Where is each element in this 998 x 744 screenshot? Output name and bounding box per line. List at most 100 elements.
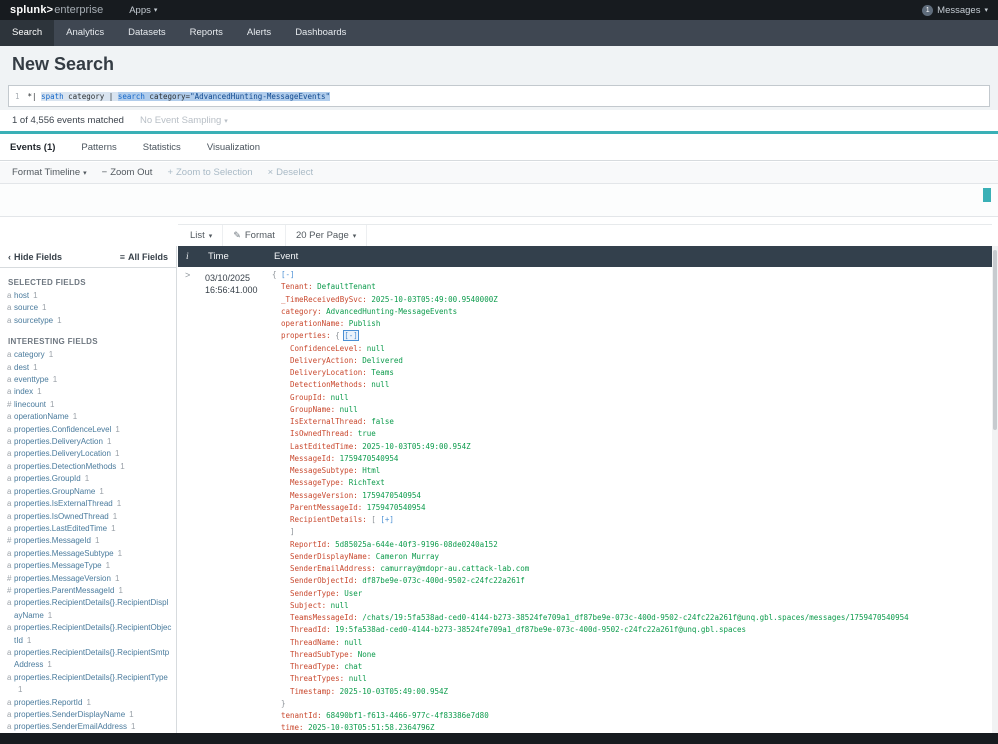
json-value: 1759470540954 xyxy=(362,490,421,500)
query-segment: "AdvancedHunting-MessageEvents" xyxy=(190,91,331,101)
field-link-properties-deliverylocation[interactable]: properties.DeliveryLocation xyxy=(14,449,111,458)
json-line: _TimeReceivedBySvc: 2025-10-03T05:49:00.… xyxy=(272,294,992,306)
all-fields-label: All Fields xyxy=(127,251,168,262)
field-link-properties-isexternalthread[interactable]: properties.IsExternalThread xyxy=(14,499,113,508)
field-link-properties-messagesubtype[interactable]: properties.MessageSubtype xyxy=(14,549,114,558)
scrollbar-thumb[interactable] xyxy=(993,250,997,430)
format-dropdown[interactable]: ✎ Format xyxy=(223,225,286,246)
json-key: time: xyxy=(281,723,309,733)
zoom-out-button[interactable]: − Zoom Out xyxy=(102,167,153,178)
timeline-histogram-bar[interactable] xyxy=(983,188,991,202)
apps-menu[interactable]: Apps ▾ xyxy=(129,5,157,16)
field-link-properties-messageid[interactable]: properties.MessageId xyxy=(14,536,91,545)
json-value: User xyxy=(344,588,363,598)
list-view-dropdown[interactable]: List ▾ xyxy=(180,225,224,246)
nav-item-datasets[interactable]: Datasets xyxy=(116,20,178,46)
field-type-icon: # xyxy=(7,573,12,583)
field-item: a properties.RecipientDetails{}.Recipient… xyxy=(0,597,176,622)
query-segment: *| xyxy=(27,91,42,101)
caret-down-icon: ▾ xyxy=(984,7,988,14)
json-key: SenderDisplayName: xyxy=(290,551,376,561)
field-link-properties-recipientdetails-recipienttype[interactable]: properties.RecipientDetails{}.RecipientT… xyxy=(14,673,168,682)
tab-statistics[interactable]: Statistics xyxy=(143,142,181,153)
splunk-logo[interactable]: splunk> enterprise xyxy=(10,4,103,16)
field-link-operationname[interactable]: operationName xyxy=(14,412,69,421)
collapse-toggle-icon[interactable]: [-] xyxy=(343,330,359,342)
column-header-time: Time xyxy=(208,251,229,262)
format-timeline-button[interactable]: Format Timeline ▾ xyxy=(12,167,87,178)
field-item: a properties.MessageSubtype 1 xyxy=(0,548,176,560)
field-link-index[interactable]: index xyxy=(14,387,33,396)
tab-visualization[interactable]: Visualization xyxy=(207,142,260,153)
splunk-search-page: splunk> enterprise Apps ▾ 1 Messages ▾ S… xyxy=(0,0,998,744)
field-item: a properties.ConfidenceLevel 1 xyxy=(0,424,176,436)
per-page-dropdown[interactable]: 20 Per Page ▾ xyxy=(286,225,368,246)
collapse-toggle-icon[interactable]: [-] xyxy=(281,270,295,279)
field-type-icon: a xyxy=(7,598,12,608)
event-sampling-dropdown[interactable]: No Event Sampling ▾ xyxy=(140,115,228,126)
json-line: DeliveryLocation: Teams xyxy=(272,367,992,379)
json-key: SenderType: xyxy=(290,588,345,598)
field-link-properties-recipientdetails-recipientobjectid[interactable]: properties.RecipientDetails{}.RecipientO… xyxy=(14,623,171,644)
field-link-properties-recipientdetails-recipientdisplayname[interactable]: properties.RecipientDetails{}.RecipientD… xyxy=(14,598,168,619)
field-link-eventtype[interactable]: eventtype xyxy=(14,375,49,384)
nav-item-alerts[interactable]: Alerts xyxy=(235,20,283,46)
chevron-left-icon: ‹ xyxy=(8,251,11,262)
expand-toggle-icon[interactable]: [+] xyxy=(380,515,394,524)
field-link-properties-deliveryaction[interactable]: properties.DeliveryAction xyxy=(14,437,103,446)
field-link-properties-confidencelevel[interactable]: properties.ConfidenceLevel xyxy=(14,425,111,434)
field-link-dest[interactable]: dest xyxy=(14,363,29,372)
json-line: TeamsMessageId: /chats/19:5fa538ad-ced0-… xyxy=(272,612,992,624)
nav-item-reports[interactable]: Reports xyxy=(178,20,235,46)
json-key: ThreadSubType: xyxy=(290,649,358,659)
field-link-host[interactable]: host xyxy=(14,291,29,300)
field-link-sourcetype[interactable]: sourcetype xyxy=(14,316,53,325)
footer-bar xyxy=(0,733,998,744)
field-item: a properties.RecipientDetails{}.Recipient… xyxy=(0,622,176,647)
field-link-properties-parentmessageid[interactable]: properties.ParentMessageId xyxy=(14,586,115,595)
search-input[interactable]: 1 *| spath category | search category="A… xyxy=(8,85,990,107)
expand-event-button[interactable]: > xyxy=(185,270,190,280)
field-count: 1 xyxy=(52,375,58,385)
page-header: New Search 1 *| spath category | search … xyxy=(0,46,998,110)
json-key: ReportId: xyxy=(290,539,336,549)
field-link-properties-groupname[interactable]: properties.GroupName xyxy=(14,487,95,496)
field-link-properties-lasteditedtime[interactable]: properties.LastEditedTime xyxy=(14,524,107,533)
field-item: a properties.IsOwnedThread 1 xyxy=(0,511,176,523)
json-line: SenderEmailAddress: camurray@mdopr-au.ca… xyxy=(272,563,992,575)
json-line: ThreadName: null xyxy=(272,637,992,649)
field-link-properties-groupid[interactable]: properties.GroupId xyxy=(14,474,81,483)
field-item: # properties.MessageId 1 xyxy=(0,535,176,547)
field-link-linecount[interactable]: linecount xyxy=(14,400,46,409)
json-key: MessageId: xyxy=(290,453,340,463)
vertical-scrollbar[interactable] xyxy=(992,246,998,733)
field-link-properties-reportid[interactable]: properties.ReportId xyxy=(14,698,82,707)
json-line: tenantId: 68490bf1-f613-4466-977c-4f8338… xyxy=(272,710,992,722)
json-key: ThreadType: xyxy=(290,662,345,671)
field-link-properties-senderdisplayname[interactable]: properties.SenderDisplayName xyxy=(14,710,125,719)
field-item: a host 1 xyxy=(0,290,176,302)
field-count: 1 xyxy=(130,722,136,732)
field-count: 1 xyxy=(84,474,90,484)
messages-menu[interactable]: 1 Messages ▾ xyxy=(922,4,988,16)
hide-fields-button[interactable]: ‹ Hide Fields xyxy=(8,252,62,262)
field-type-icon: a xyxy=(7,710,12,719)
field-link-properties-recipientdetails-recipientsmtpaddress[interactable]: properties.RecipientDetails{}.RecipientS… xyxy=(14,648,169,669)
field-link-properties-messageversion[interactable]: properties.MessageVersion xyxy=(14,574,111,583)
timeline-chart[interactable] xyxy=(0,184,998,217)
field-count: 1 xyxy=(86,697,91,707)
json-key: ThreadName: xyxy=(290,637,345,647)
nav-item-search[interactable]: Search xyxy=(0,20,55,46)
nav-item-dashboards[interactable]: Dashboards xyxy=(283,20,358,46)
all-fields-button[interactable]: ≡ All Fields xyxy=(120,252,168,262)
field-link-category[interactable]: category xyxy=(14,350,45,359)
field-link-properties-detectionmethods[interactable]: properties.DetectionMethods xyxy=(14,462,116,471)
field-link-properties-senderemailaddress[interactable]: properties.SenderEmailAddress xyxy=(14,722,127,731)
tab-patterns[interactable]: Patterns xyxy=(81,142,116,153)
field-link-source[interactable]: source xyxy=(14,303,38,312)
nav-item-analytics[interactable]: Analytics xyxy=(54,20,116,46)
field-link-properties-isownedthread[interactable]: properties.IsOwnedThread xyxy=(14,512,109,521)
field-type-icon: # xyxy=(7,585,12,595)
tab-events-1[interactable]: Events (1) xyxy=(10,142,55,153)
field-link-properties-messagetype[interactable]: properties.MessageType xyxy=(14,561,102,570)
